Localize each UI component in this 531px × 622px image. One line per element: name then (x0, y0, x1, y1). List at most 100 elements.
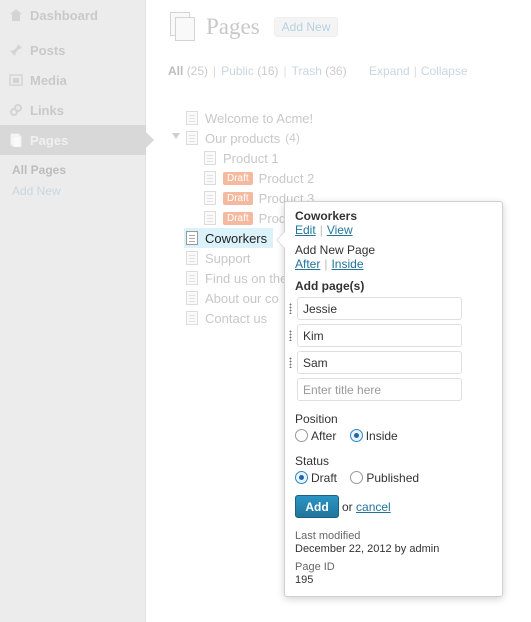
filter-trash-label: Trash (291, 64, 322, 78)
document-icon (204, 171, 216, 185)
filter-all-count: (25) (186, 64, 209, 78)
media-icon (8, 72, 24, 88)
menu-label: Dashboard (30, 7, 98, 23)
page-id-label: Page ID (295, 561, 335, 573)
menu-label: Pages (30, 132, 69, 148)
collapse-link[interactable]: Collapse (421, 64, 468, 78)
tree-toggles: Expand | Collapse (369, 64, 468, 78)
tree-item-about[interactable]: About our co (186, 288, 279, 308)
link-icon (8, 102, 24, 118)
status-filters: All (25) | Public (16) | Trash (36) (168, 64, 347, 78)
draft-badge: Draft (223, 171, 253, 185)
tree-item-product-1[interactable]: Product 1 (204, 148, 279, 168)
filter-all[interactable]: All (25) (168, 64, 208, 78)
view-link[interactable]: View (327, 223, 353, 237)
pages-submenu: All Pages Add New (12, 163, 66, 205)
tree-item-count: (4) (285, 131, 300, 145)
last-modified-label: Last modified (295, 530, 361, 542)
tree-item-support[interactable]: Support (186, 248, 251, 268)
drag-handle-icon[interactable] (289, 330, 292, 341)
tree-item-label: Our products (205, 130, 281, 146)
document-icon (204, 211, 216, 225)
add-new-page-heading: Add New Page (295, 243, 376, 257)
or-text: or (342, 500, 353, 514)
menu-label: Posts (30, 42, 66, 58)
status-label: Status (295, 454, 330, 468)
pin-icon (8, 42, 24, 58)
status-published-label: Published (366, 471, 420, 485)
add-new-button[interactable]: Add New (273, 17, 339, 37)
position-label: Position (295, 412, 338, 426)
submenu-add-new[interactable]: Add New (12, 184, 66, 205)
position-inside-label: Inside (365, 429, 398, 443)
tree-item-coworkers[interactable]: Coworkers (184, 228, 274, 248)
status-published-radio[interactable] (350, 471, 364, 484)
filter-public-label: Public (221, 64, 254, 78)
edit-link[interactable]: Edit (295, 223, 316, 237)
tree-item-label: Find us on the (205, 270, 288, 286)
position-after-radio[interactable] (295, 429, 308, 442)
document-icon (186, 231, 198, 245)
tree-item-welcome[interactable]: Welcome to Acme! (186, 108, 313, 128)
menu-item-posts[interactable]: Posts (0, 35, 146, 65)
status-radio-group: Draft Published (295, 471, 429, 485)
pages-large-icon (168, 12, 196, 42)
drag-handle-icon[interactable] (289, 303, 292, 314)
tree-item-find-us[interactable]: Find us on the (186, 268, 287, 288)
document-icon (186, 111, 198, 125)
page-actions-popup: Coworkers Edit | View Add New Page After | I… (276, 201, 503, 597)
tree-item-product-4[interactable]: Draft Prod (204, 208, 286, 228)
add-after-link[interactable]: After (295, 257, 320, 271)
document-icon (204, 151, 216, 165)
draft-badge: Draft (223, 211, 253, 225)
drag-handle-icon[interactable] (289, 357, 292, 368)
document-icon (186, 131, 198, 145)
status-draft-radio[interactable] (295, 471, 308, 484)
tree-item-label: Prod (258, 210, 287, 226)
expand-link[interactable]: Expand (369, 64, 410, 78)
add-inside-link[interactable]: Inside (331, 257, 363, 271)
submenu-all-pages[interactable]: All Pages (12, 163, 66, 184)
menu-item-links[interactable]: Links (0, 95, 146, 125)
page-title-input-2[interactable] (297, 324, 462, 347)
tree-item-label: Coworkers (205, 230, 268, 246)
admin-sidebar: Dashboard Posts Media Links Pages All Pa… (0, 0, 154, 622)
dashboard-icon (8, 7, 24, 23)
cancel-row: or cancel (342, 500, 391, 514)
page-title-input-3[interactable] (297, 351, 462, 374)
pages-icon (8, 132, 24, 148)
tree-item-label: Product 2 (258, 170, 315, 186)
status-draft-label: Draft (311, 471, 338, 485)
document-icon (186, 311, 198, 325)
filter-trash[interactable]: Trash (36) (292, 64, 347, 78)
menu-item-dashboard[interactable]: Dashboard (0, 0, 146, 30)
tree-item-contact[interactable]: Contact us (186, 308, 267, 328)
document-icon (186, 291, 198, 305)
page-title-input-1[interactable] (297, 297, 462, 320)
tree-item-our-products[interactable]: Our products (4) (186, 128, 300, 148)
filter-public-count: (16) (257, 64, 279, 78)
add-pages-button[interactable]: Add (295, 495, 339, 518)
page-title: Pages (206, 14, 260, 39)
page-title-input-new[interactable] (297, 378, 462, 401)
document-icon (186, 251, 198, 265)
collapse-triangle-icon[interactable] (172, 133, 180, 139)
menu-item-media[interactable]: Media (0, 65, 146, 95)
tree-item-product-2[interactable]: Draft Product 2 (204, 168, 314, 188)
tree-item-label: Product 1 (223, 150, 279, 166)
last-modified-value: December 22, 2012 by admin (295, 543, 440, 555)
tree-item-label: Welcome to Acme! (205, 110, 314, 126)
popup-edit-view-links: Edit | View (295, 223, 353, 237)
filter-public[interactable]: Public (16) (221, 64, 278, 78)
add-pages-heading: Add page(s) (295, 279, 365, 293)
position-inside-radio[interactable] (349, 429, 363, 442)
page-header: Pages Add New (168, 12, 339, 42)
menu-item-pages[interactable]: Pages (0, 125, 154, 155)
document-icon (204, 191, 216, 205)
tree-item-label: About our co (205, 290, 279, 306)
position-radio-group: After Inside (295, 429, 408, 443)
tree-item-label: Support (205, 250, 251, 266)
add-position-links: After | Inside (295, 257, 364, 271)
cancel-link[interactable]: cancel (356, 500, 391, 514)
page-id-value: 195 (295, 574, 314, 586)
